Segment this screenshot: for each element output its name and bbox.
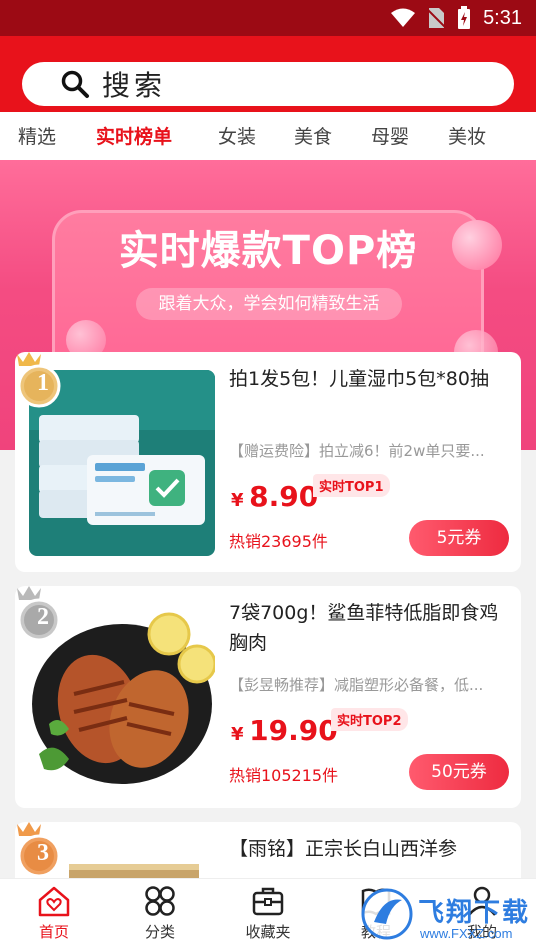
grid-icon xyxy=(145,886,175,916)
product-description: 【赠运费险】拍立减6！前2w单只要... xyxy=(229,442,485,460)
battery-charging-icon xyxy=(458,6,471,29)
product-price: ¥ 19.90 xyxy=(231,714,338,747)
product-card[interactable]: 1 拍1发5包！儿童湿巾5包*80抽 【赠运费险】拍立减6！前2w单只要... … xyxy=(15,352,521,572)
nav-label: 分类 xyxy=(144,923,175,941)
nav-category[interactable]: 分类 xyxy=(120,885,200,942)
search-placeholder[interactable]: 搜索 xyxy=(102,64,166,104)
nav-label: 收藏夹 xyxy=(245,923,291,941)
coupon-button[interactable]: 50元券 xyxy=(409,754,509,790)
search-bar[interactable]: 搜索 xyxy=(22,62,514,106)
header: 搜索 xyxy=(0,36,536,112)
tab-beauty[interactable]: 美妆 xyxy=(448,122,486,149)
product-price: ¥ 8.90 xyxy=(231,480,318,513)
clock: 5:31 xyxy=(483,6,522,29)
briefcase-icon xyxy=(252,887,284,916)
nav-label: 首页 xyxy=(38,923,69,941)
watermark-url: www.FXXZ.com xyxy=(420,926,513,941)
no-sim-icon xyxy=(427,8,446,28)
category-tabs: 精选 实时榜单 女装 美食 母婴 美妆 xyxy=(0,112,536,160)
tab-food[interactable]: 美食 xyxy=(294,122,332,149)
product-title[interactable]: 7袋700g！鲨鱼菲特低脂即食鸡胸肉 xyxy=(229,598,511,658)
nav-home[interactable]: 首页 xyxy=(14,885,94,942)
sales-count: 热销23695件 xyxy=(229,532,328,551)
tab-womens-clothing[interactable]: 女装 xyxy=(218,122,256,149)
banner-title: 实时爆款TOP榜 xyxy=(118,228,418,274)
home-heart-icon xyxy=(38,886,70,917)
tab-featured[interactable]: 精选 xyxy=(18,122,56,149)
rank-number: 1 xyxy=(37,370,49,396)
currency-symbol: ¥ xyxy=(231,724,244,745)
watermark: 飞翔下载 www.FXXZ.com xyxy=(360,886,530,946)
product-title[interactable]: 【雨铭】正宗长白山西洋参 xyxy=(229,834,511,864)
rank-number: 2 xyxy=(37,604,49,630)
coupon-button[interactable]: 5元券 xyxy=(409,520,509,556)
nav-favorites[interactable]: 收藏夹 xyxy=(228,885,308,942)
tab-mother-baby[interactable]: 母婴 xyxy=(371,122,409,149)
rank-number: 3 xyxy=(37,840,49,866)
ranking-tag: 实时TOP2 xyxy=(331,708,408,731)
sales-count: 热销105215件 xyxy=(229,766,339,785)
product-card[interactable]: 2 7袋700g！鲨鱼菲特低脂即食鸡胸肉 【彭昱畅推荐】减脂塑形必备餐，低...… xyxy=(15,586,521,808)
product-description: 【彭昱畅推荐】减脂塑形必备餐，低... xyxy=(229,676,484,694)
search-icon xyxy=(61,70,89,98)
tab-realtime-ranking[interactable]: 实时榜单 xyxy=(96,122,172,149)
price-value: 19.90 xyxy=(249,714,338,747)
watermark-logo-icon xyxy=(361,888,413,940)
product-title[interactable]: 拍1发5包！儿童湿巾5包*80抽 xyxy=(229,364,511,394)
ranking-tag: 实时TOP1 xyxy=(313,474,390,497)
status-bar: 5:31 xyxy=(0,0,536,36)
currency-symbol: ¥ xyxy=(231,490,244,511)
watermark-text: 飞翔下载 xyxy=(418,898,531,928)
price-value: 8.90 xyxy=(249,480,319,513)
wifi-icon xyxy=(391,8,416,27)
banner-subtitle: 跟着大众，学会如何精致生活 xyxy=(136,288,402,320)
